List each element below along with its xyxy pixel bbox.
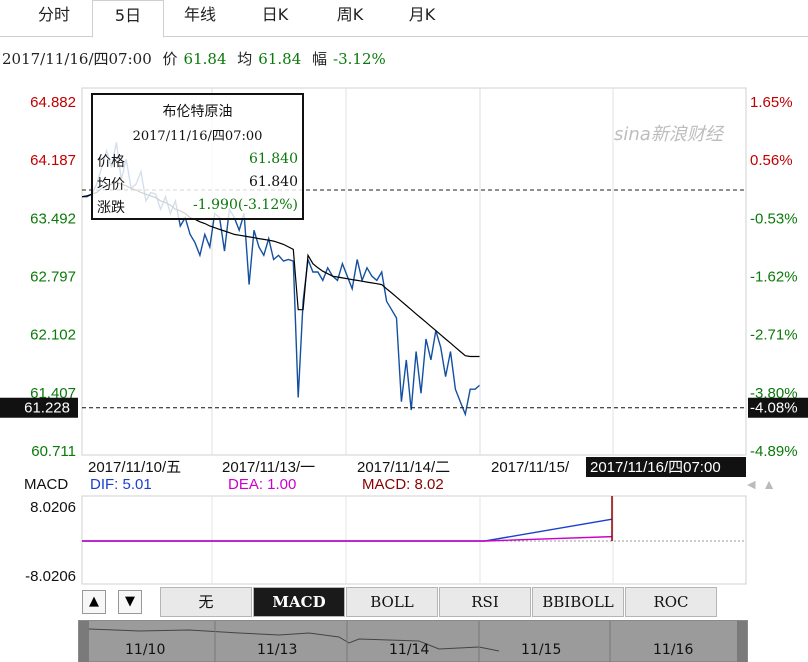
y-tick-label-right: -0.53% bbox=[750, 210, 798, 227]
crosshair-tooltip: 布伦特原油 2017/11/16/四07:00 价格 61.840 均价 61.84… bbox=[91, 93, 304, 220]
tooltip-name: 布伦特原油 bbox=[162, 104, 233, 120]
indicator-roc-button[interactable]: ROC bbox=[625, 587, 717, 617]
y-tick-label-left: 62.797 bbox=[30, 268, 76, 285]
y-tick-label-right: -1.62% bbox=[750, 268, 798, 285]
x-tick-label: 2017/11/10/五 bbox=[88, 459, 181, 476]
sina-watermark-logo: sina新浪财经 bbox=[614, 124, 723, 145]
macd-dif-line bbox=[82, 518, 613, 542]
tooltip-avg-label: 均价 bbox=[97, 177, 125, 193]
y-tick-label-right: -2.71% bbox=[750, 327, 798, 344]
x-tick-label: 2017/11/15/ bbox=[491, 459, 570, 476]
crosshair-time-label: 2017/11/16/四07:00 bbox=[590, 459, 721, 476]
y-tick-label-left: 64.187 bbox=[30, 152, 76, 169]
tooltip-price-label: 价格 bbox=[97, 154, 125, 170]
current-pct-label: -4.08% bbox=[750, 400, 798, 417]
y-tick-label-left: 63.492 bbox=[30, 210, 76, 227]
tooltip-change-label: 涨跌 bbox=[97, 200, 125, 216]
tooltip-change: -1.990(-3.12%) bbox=[193, 197, 298, 213]
navigator-label: 11/13 bbox=[257, 642, 298, 658]
navigator-label: 11/10 bbox=[125, 642, 166, 658]
macd-dif-label: DIF: 5.01 bbox=[90, 476, 152, 493]
indicator-toolbar: ▲ ▼ 无 MACD BOLL RSI BBIBOLL ROC bbox=[78, 586, 748, 618]
tooltip-datetime: 2017/11/16/四07:00 bbox=[132, 129, 263, 144]
y-tick-label-right: 1.65% bbox=[750, 94, 793, 111]
navigator-label: 11/14 bbox=[389, 642, 430, 658]
macd-plot-frame bbox=[81, 495, 747, 585]
range-navigator[interactable]: 11/10 11/13 11/14 11/15 11/16 bbox=[78, 620, 748, 662]
macd-y-tick: -8.0206 bbox=[25, 568, 76, 585]
indicator-none-button[interactable]: 无 bbox=[160, 587, 252, 617]
macd-dea-line bbox=[82, 535, 613, 542]
y-tick-label-left: 60.711 bbox=[31, 443, 76, 460]
macd-dea-label: DEA: 1.00 bbox=[228, 476, 296, 493]
panel-collapse-icon: ◄ ▲ bbox=[744, 476, 776, 492]
current-price-label: 61.228 bbox=[24, 400, 70, 417]
tooltip-avg: 61.840 bbox=[249, 174, 298, 190]
indicator-rsi-button[interactable]: RSI bbox=[439, 587, 531, 617]
y-tick-label-left: 64.882 bbox=[30, 94, 76, 111]
y-tick-label-right: 0.56% bbox=[750, 152, 793, 169]
indicator-bbiboll-button[interactable]: BBIBOLL bbox=[532, 587, 624, 617]
scroll-down-button[interactable]: ▼ bbox=[118, 590, 142, 614]
indicator-macd-button[interactable]: MACD bbox=[253, 587, 345, 617]
macd-value-label: MACD: 8.02 bbox=[362, 476, 444, 493]
tooltip-price: 61.840 bbox=[249, 151, 298, 167]
x-tick-label: 2017/11/13/一 bbox=[222, 459, 315, 476]
navigator-label: 11/15 bbox=[521, 642, 562, 658]
x-tick-label: 2017/11/14/二 bbox=[357, 459, 450, 476]
navigator-label: 11/16 bbox=[653, 642, 694, 658]
macd-title: MACD bbox=[24, 476, 68, 493]
indicator-boll-button[interactable]: BOLL bbox=[346, 587, 438, 617]
scroll-up-button[interactable]: ▲ bbox=[82, 590, 106, 614]
y-tick-label-right: -4.89% bbox=[750, 443, 798, 460]
macd-y-tick: 8.0206 bbox=[30, 499, 76, 516]
y-tick-label-left: 62.102 bbox=[30, 327, 76, 344]
